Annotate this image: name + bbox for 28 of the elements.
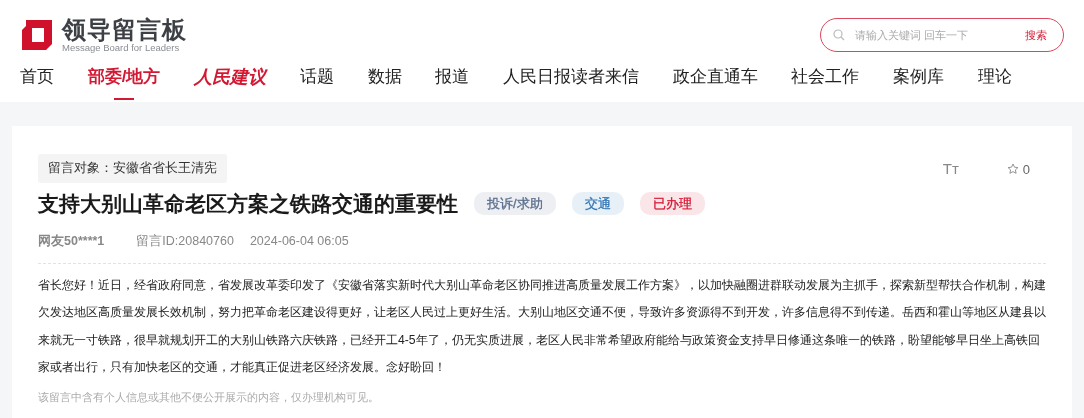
- favorite-count: 0: [1022, 160, 1030, 179]
- message-id: 留言ID:20840760: [136, 232, 234, 250]
- nav-tab[interactable]: 数据: [367, 58, 402, 96]
- category-tag: 已办理: [639, 191, 705, 216]
- message-target: 留言对象：安徽省省长王清宪: [38, 154, 227, 183]
- search-icon: [833, 29, 845, 41]
- nav-tab[interactable]: 社会工作: [791, 58, 860, 96]
- star-icon[interactable]: [1006, 163, 1019, 176]
- logo-icon: [20, 17, 54, 52]
- search-button[interactable]: 搜索: [1025, 26, 1047, 44]
- nav-tab[interactable]: 首页: [20, 58, 54, 96]
- nav-tab[interactable]: 报道: [435, 58, 470, 96]
- nav-tab[interactable]: 理论: [977, 58, 1012, 96]
- privacy-note: 该留言中含有个人信息或其他不便公开展示的内容，仅办理机构可见。: [38, 389, 380, 405]
- nav-tab[interactable]: 话题: [299, 58, 334, 96]
- message-body: 省长您好！近日，经省政府同意，省发展改革委印发了《安徽省落实新时代大别山革命老区协同推进高质量发展工作方案》，以加快融圈进群联动发展为主抓手，探索新型帮扶合作机制，构建欠发达地区高质量发展长效机制，努力把革命老区建设得更好，让老区人民过上更好生活。大别山地区交通不便，导致许多资源得不到开发，许多信息得不到传递。岳西和霍山等地区从建县以来就无一寸铁路，很早就规划开工的大别山铁路六庆铁路，已经开工4-5年了，仍无实质进展，老区人民非常希望政府能给与政策资金支持早日修通这条唯一的铁路，盼望能够早日坐上高铁回家或者出行，只有加快老区的交通，才能真正促进老区经济发展。念好盼回！: [38, 276, 1046, 377]
- message-time: 2024-06-04 06:05: [249, 232, 349, 250]
- logo-subtitle: Message Board for Leaders: [62, 42, 180, 52]
- nav-tab[interactable]: 案例库: [893, 58, 945, 96]
- nav-tab[interactable]: 人民建议: [194, 57, 267, 97]
- author-name: 网友50****1: [38, 232, 105, 250]
- category-tag: 投诉/求助: [474, 191, 556, 216]
- nav-tab[interactable]: 政企直通车: [672, 58, 758, 96]
- message-title: 支持大别山革命老区方案之铁路交通的重要性: [38, 190, 458, 216]
- nav-tab[interactable]: 人民日报读者来信: [503, 58, 640, 96]
- font-size-toggle[interactable]: Tт: [942, 158, 959, 181]
- logo-title: 领导留言板: [62, 17, 187, 42]
- category-tag: 交通: [571, 191, 624, 216]
